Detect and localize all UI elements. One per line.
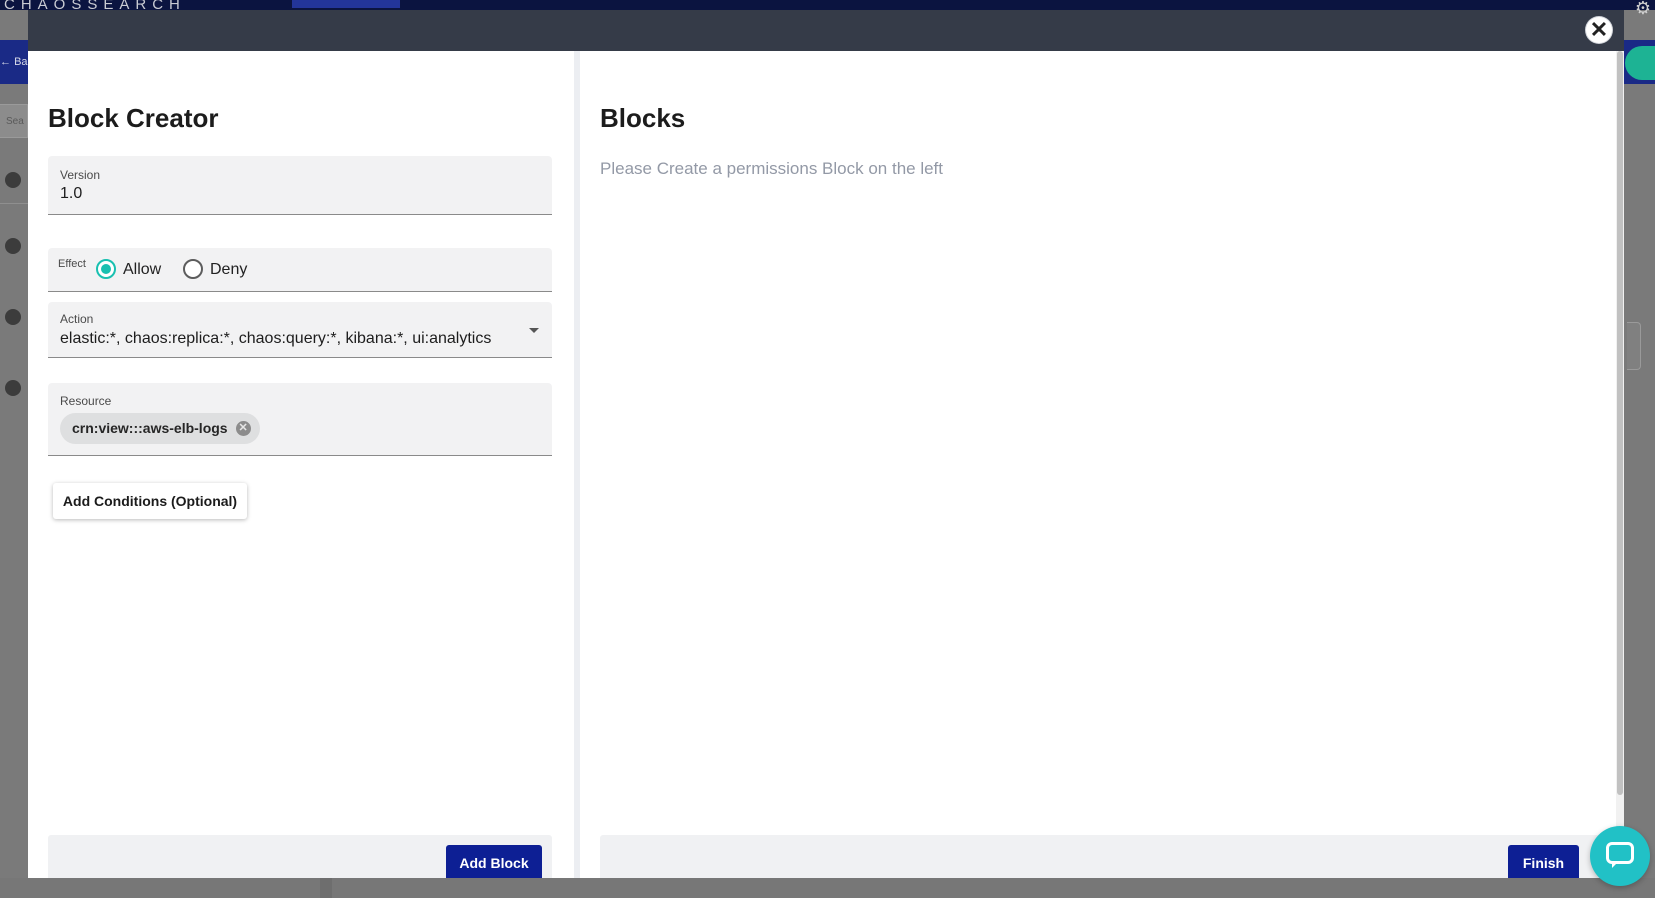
blocks-title: Blocks (600, 103, 686, 133)
gear-icon: ⚙ (1634, 0, 1651, 18)
app-top-bar (0, 0, 1655, 10)
blocks-empty-message: Please Create a permissions Block on the… (600, 159, 944, 178)
action-value: elastic:*, chaos:replica:*, chaos:query:… (60, 330, 492, 347)
app-right-card (1627, 322, 1641, 370)
left-footer: Add Block (48, 835, 552, 878)
app-active-tab (292, 0, 400, 8)
back-link: ← Ba (0, 56, 28, 68)
chat-icon-tail (1612, 862, 1618, 868)
blocks-pane: Blocks Please Create a permissions Block… (580, 51, 1620, 878)
effect-radio-group: Effect Allow Deny (48, 248, 552, 292)
deny-radio[interactable] (183, 259, 203, 279)
modal-scrollbar-thumb[interactable] (1617, 51, 1623, 795)
app-action-button (1625, 46, 1655, 80)
version-field[interactable]: Version 1.0 (48, 156, 552, 215)
cancel-circle-icon[interactable]: ✕ (235, 421, 251, 436)
deny-label[interactable]: Deny (210, 261, 247, 279)
block-creator-title: Block Creator (48, 103, 219, 133)
chat-icon (1606, 842, 1634, 864)
close-icon[interactable]: ✕ (1586, 17, 1612, 43)
add-block-button[interactable]: Add Block (446, 845, 542, 878)
row-divider (0, 203, 28, 204)
action-select[interactable]: Action elastic:*, chaos:replica:*, chaos… (48, 302, 552, 358)
finish-button[interactable]: Finish (1508, 845, 1579, 878)
version-label: Version (60, 168, 101, 182)
effect-label: Effect (58, 258, 86, 270)
resource-chip: crn:view:::aws-elb-logs ✕ (60, 413, 260, 444)
allow-label[interactable]: Allow (123, 261, 161, 279)
resource-chip-label: crn:view:::aws-elb-logs (72, 420, 228, 436)
block-creator-modal: Block Creator Version 1.0 Effect Allow D… (28, 10, 1624, 878)
app-bottom-divider (320, 878, 332, 898)
allow-radio[interactable] (96, 259, 116, 279)
app-bottom-area (0, 878, 1655, 898)
right-footer: Finish (600, 835, 1600, 878)
resource-label: Resource (60, 394, 112, 408)
chevron-down-icon[interactable] (529, 328, 539, 333)
row-icon (5, 380, 21, 396)
row-icon (5, 238, 21, 254)
chat-launcher-button[interactable] (1590, 826, 1650, 886)
resource-field[interactable]: Resource crn:view:::aws-elb-logs ✕ (48, 383, 552, 456)
app-search-input: Sea (0, 104, 28, 138)
action-label: Action (60, 312, 94, 326)
version-value: 1.0 (60, 185, 83, 202)
add-conditions-button[interactable]: Add Conditions (Optional) (53, 483, 247, 519)
row-icon (5, 172, 21, 188)
back-label: Ba (14, 56, 28, 68)
modal-header (28, 10, 1624, 51)
block-creator-pane: Block Creator Version 1.0 Effect Allow D… (28, 51, 574, 878)
row-icon (5, 309, 21, 325)
